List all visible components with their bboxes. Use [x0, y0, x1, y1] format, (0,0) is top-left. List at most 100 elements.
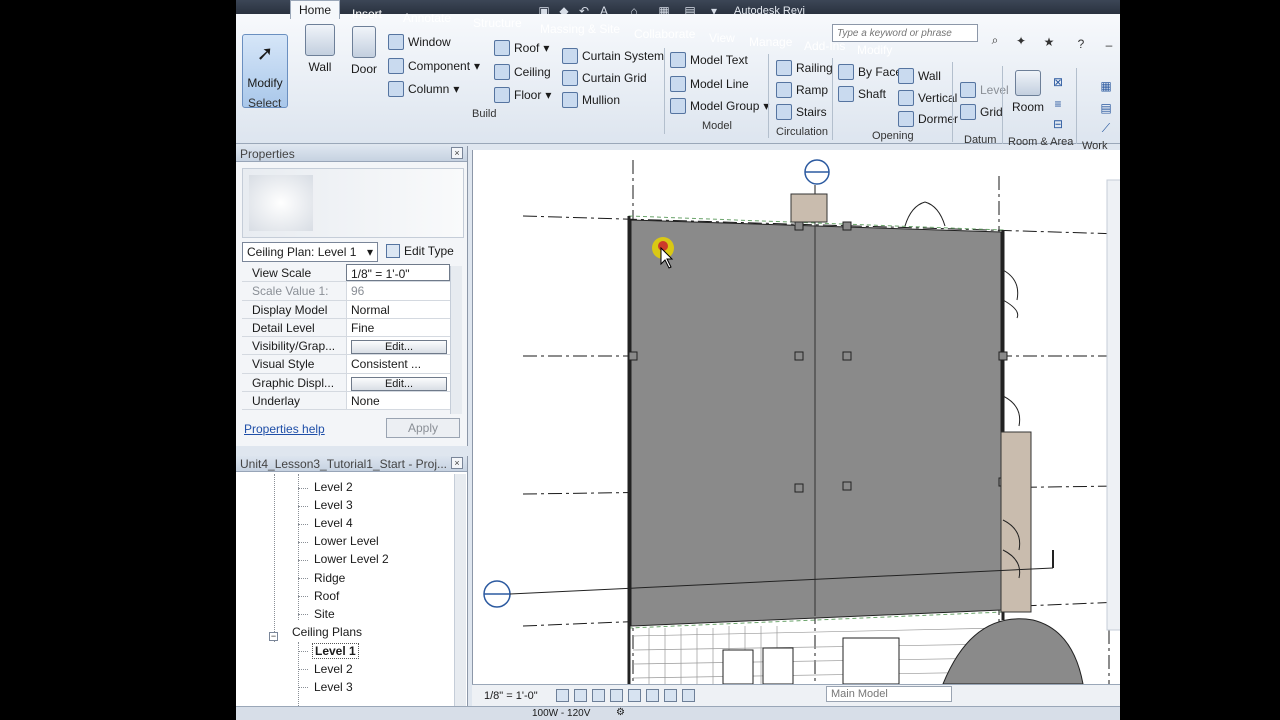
tab-structure[interactable]: Structure: [473, 16, 522, 30]
opening-panel-label[interactable]: Opening: [872, 130, 914, 142]
model-line-icon: [670, 76, 686, 92]
type-selector[interactable]: Ceiling Plan: Level 1 ▾: [242, 242, 378, 262]
tree-item-level-3[interactable]: Level 3: [314, 498, 353, 512]
tag-icon[interactable]: ≡: [1050, 96, 1066, 112]
tab-insert[interactable]: Insert: [352, 7, 382, 21]
select-panel-label[interactable]: Select: [248, 96, 281, 110]
sun-path-icon[interactable]: [592, 689, 605, 702]
underlay-value[interactable]: None: [346, 392, 450, 410]
show-crop-icon[interactable]: [646, 689, 659, 702]
by-face-button[interactable]: By Face: [838, 64, 902, 80]
crop-view-icon[interactable]: [628, 689, 641, 702]
set-work-plane-icon[interactable]: ▦: [1098, 78, 1114, 94]
curtain-grid-button[interactable]: Curtain Grid: [562, 70, 647, 86]
model-group-button[interactable]: Model Group ▾: [670, 98, 769, 114]
close-icon[interactable]: ×: [451, 147, 463, 159]
apply-button[interactable]: Apply: [386, 418, 460, 438]
shadows-icon[interactable]: [610, 689, 623, 702]
mullion-button[interactable]: Mullion: [562, 92, 620, 108]
reveal-hidden-icon[interactable]: [682, 689, 695, 702]
railing-button[interactable]: Railing: [776, 60, 833, 76]
tab-collaborate[interactable]: Collaborate: [634, 27, 695, 41]
tree-item-level-2[interactable]: Level 2: [314, 480, 353, 494]
tab-view[interactable]: View: [709, 31, 735, 45]
collapse-icon[interactable]: −: [269, 632, 278, 641]
tree-item-ceiling-level-2[interactable]: Level 2: [314, 662, 353, 676]
visual-style-value[interactable]: Consistent ...: [346, 355, 450, 373]
tree-item-ceiling-level-1[interactable]: Level 1: [312, 643, 359, 659]
property-row: View Scale 1/8" = 1'-0": [242, 264, 450, 283]
grid-button[interactable]: Grid: [960, 104, 1003, 120]
binoculars-icon[interactable]: ⌕: [984, 33, 1006, 49]
datum-panel-label[interactable]: Datum: [964, 134, 996, 146]
area-boundary-icon[interactable]: ⊟: [1050, 116, 1066, 132]
curtain-system-button[interactable]: Curtain System: [562, 48, 664, 64]
worksharing-icon[interactable]: ⚙: [616, 707, 625, 718]
tree-item-ceiling-level-3[interactable]: Level 3: [314, 680, 353, 694]
room-area-panel-label[interactable]: Room & Area: [1008, 136, 1073, 148]
mullion-icon: [562, 92, 578, 108]
graphic-display-edit-button[interactable]: Edit...: [351, 376, 447, 391]
view-scale-input[interactable]: 1/8" = 1'-0": [346, 264, 450, 282]
tree-item-roof[interactable]: Roof: [314, 589, 339, 603]
detail-level-icon[interactable]: [556, 689, 569, 702]
tab-manage[interactable]: Manage: [749, 35, 792, 49]
tab-modify[interactable]: Modify: [857, 43, 892, 57]
tab-home[interactable]: Home: [290, 0, 341, 19]
area-icon[interactable]: ⊠: [1050, 74, 1066, 90]
tab-annotate[interactable]: Annotate: [403, 11, 451, 25]
door-swing: [1002, 269, 1019, 319]
browser-scrollbar[interactable]: [454, 474, 466, 720]
model-line-button[interactable]: Model Line: [670, 76, 749, 92]
properties-help-link[interactable]: Properties help: [244, 422, 325, 436]
shaft-button[interactable]: Shaft: [838, 86, 886, 102]
column-icon: [388, 81, 404, 97]
tile-pattern: [632, 626, 1002, 684]
model-text-button[interactable]: Model Text: [670, 52, 748, 68]
wall-opening-button[interactable]: Wall: [898, 68, 941, 84]
vertical-button[interactable]: Vertical: [898, 90, 957, 106]
model-panel-label[interactable]: Model: [702, 120, 732, 132]
close-icon[interactable]: ×: [451, 457, 463, 469]
tree-item-site[interactable]: Site: [314, 607, 335, 621]
properties-scrollbar[interactable]: [450, 266, 462, 414]
tree-item-lower-level-2[interactable]: Lower Level 2: [314, 552, 389, 566]
display-model-value[interactable]: Normal: [346, 300, 450, 318]
divider: [952, 62, 953, 142]
show-work-plane-icon[interactable]: ▤: [1098, 100, 1114, 116]
detail-level-value[interactable]: Fine: [346, 318, 450, 337]
minimize-icon[interactable]: –: [1098, 38, 1120, 54]
shaft-icon: [838, 86, 854, 102]
roof-button[interactable]: Roof ▾: [494, 40, 549, 56]
dormer-button[interactable]: Dormer: [898, 111, 958, 127]
search-input[interactable]: [832, 24, 978, 42]
canvas-scrollbar[interactable]: [1106, 179, 1120, 631]
tab-massing-site[interactable]: Massing & Site: [540, 22, 620, 36]
help-icon[interactable]: ?: [1070, 37, 1092, 53]
star-icon[interactable]: ★: [1038, 35, 1060, 51]
ceiling-button[interactable]: Ceiling: [494, 64, 551, 80]
build-panel-label[interactable]: Build: [472, 108, 496, 120]
subscription-icon[interactable]: ✦: [1010, 34, 1032, 50]
temporary-hide-icon[interactable]: [664, 689, 677, 702]
tree-item-lower-level[interactable]: Lower Level: [314, 534, 379, 548]
stairs-button[interactable]: Stairs: [776, 104, 827, 120]
drawing-area[interactable]: [472, 150, 1120, 684]
ramp-button[interactable]: Ramp: [776, 82, 828, 98]
tree-item-ceiling-plans[interactable]: Ceiling Plans: [292, 625, 362, 639]
tree-item-level-4[interactable]: Level 4: [314, 516, 353, 530]
component-button[interactable]: Component ▾: [388, 58, 480, 74]
floor-button[interactable]: Floor ▾: [494, 87, 551, 103]
tree-item-ridge[interactable]: Ridge: [314, 571, 345, 585]
visibility-edit-button[interactable]: Edit...: [351, 340, 447, 355]
ref-plane-icon[interactable]: ⟋: [1098, 120, 1114, 136]
floor-plan-drawing[interactable]: [473, 150, 1120, 684]
ceiling-region[interactable]: [630, 219, 1002, 627]
circulation-panel-label[interactable]: Circulation: [776, 126, 828, 138]
view-scale-text[interactable]: 1/8" = 1'-0": [484, 690, 538, 702]
room-button[interactable]: Room: [1010, 70, 1046, 114]
column-button[interactable]: Column ▾: [388, 81, 459, 97]
edit-type-button[interactable]: Edit Type: [386, 244, 454, 258]
model-selector[interactable]: Main Model: [826, 686, 952, 702]
visual-style-icon[interactable]: [574, 689, 587, 702]
